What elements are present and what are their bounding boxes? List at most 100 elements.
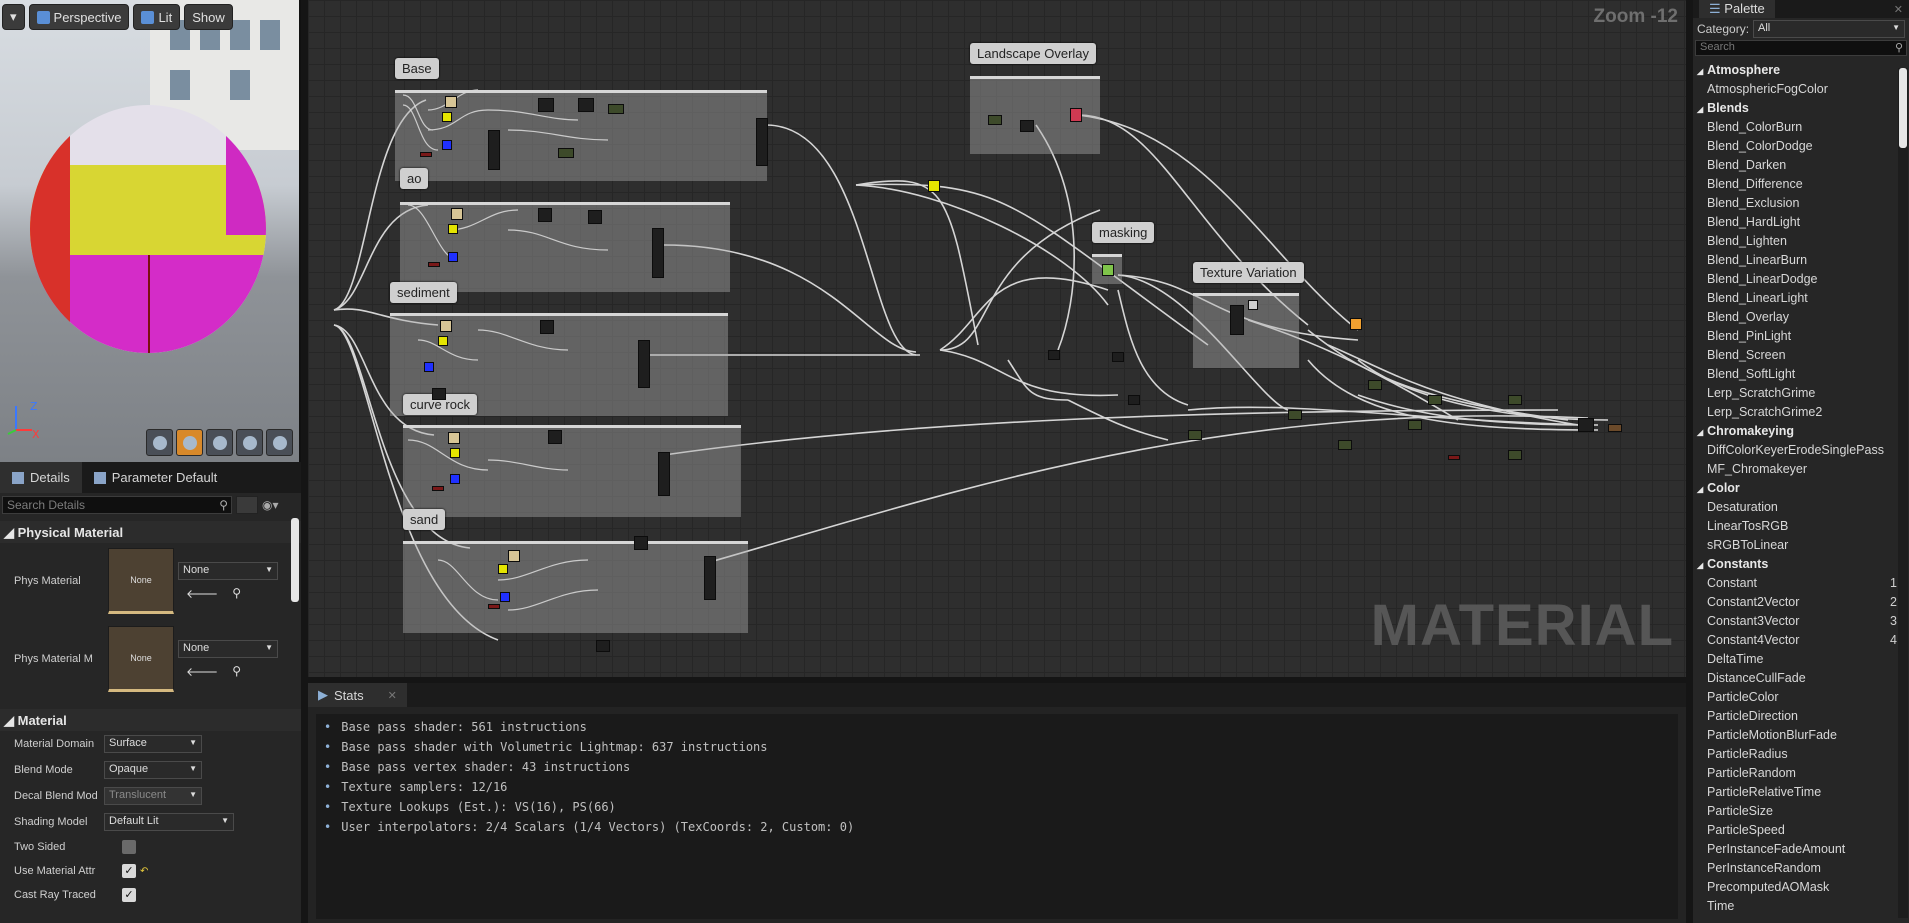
plane-preview-button[interactable] — [206, 429, 233, 456]
use-selected-arrow-icon[interactable]: 🡐 — [186, 664, 218, 679]
texture-sample-node[interactable] — [448, 224, 458, 234]
parameter-node[interactable] — [428, 262, 440, 267]
use-selected-arrow-icon[interactable]: 🡐 — [186, 586, 218, 601]
palette-item[interactable]: ParticleRelativeTime — [1693, 782, 1909, 801]
comment-label-texture-variation[interactable]: Texture Variation — [1193, 262, 1304, 283]
parameter-node[interactable] — [432, 486, 444, 491]
material-domain-dropdown[interactable]: Surface — [104, 735, 202, 753]
palette-item[interactable]: Lerp_ScratchGrime2 — [1693, 402, 1909, 421]
palette-item[interactable]: MF_Chromakeyer — [1693, 459, 1909, 478]
physical-material-section[interactable]: ◢ Physical Material — [0, 521, 301, 543]
comment-box-ao[interactable] — [400, 202, 730, 292]
palette-search-input[interactable]: Search ⚲ — [1695, 40, 1907, 56]
palette-item[interactable]: Blend_HardLight — [1693, 212, 1909, 231]
collapse-triangle-icon[interactable]: ◢ — [1697, 485, 1703, 494]
texture-sample-node[interactable] — [448, 252, 458, 262]
palette-item[interactable]: ParticleSize — [1693, 801, 1909, 820]
cube-preview-button[interactable] — [236, 429, 263, 456]
material-graph-canvas[interactable]: Base ao sediment curve rock sand Landsca… — [308, 0, 1686, 677]
palette-category-header[interactable]: ◢ Blends — [1693, 98, 1909, 117]
phys-material-mask-thumbnail[interactable]: None — [108, 626, 174, 692]
cast-ray-traced-checkbox[interactable]: ✓ — [122, 888, 136, 902]
palette-item[interactable]: Time — [1693, 896, 1909, 915]
texture-sample-node[interactable] — [442, 112, 452, 122]
expression-node[interactable] — [1048, 350, 1060, 360]
expression-node[interactable] — [588, 210, 602, 224]
material-output-node[interactable] — [1608, 424, 1622, 432]
texture-sample-node[interactable] — [440, 320, 452, 332]
texture-sample-node[interactable] — [424, 362, 434, 372]
close-icon[interactable]: ✕ — [388, 689, 397, 702]
parameter-node[interactable] — [488, 604, 500, 609]
palette-item[interactable]: Blend_ColorBurn — [1693, 117, 1909, 136]
palette-item[interactable]: DeltaTime — [1693, 649, 1909, 668]
cylinder-preview-button[interactable] — [146, 429, 173, 456]
texture-sample-node[interactable] — [442, 140, 452, 150]
comment-label-base[interactable]: Base — [395, 58, 439, 79]
browse-search-icon[interactable]: ⚲ — [232, 664, 241, 679]
texture-sample-node[interactable] — [450, 474, 460, 484]
palette-scroll-track[interactable] — [1898, 68, 1908, 918]
expression-node[interactable] — [540, 320, 554, 334]
perspective-button[interactable]: Perspective — [28, 4, 130, 30]
palette-item[interactable]: Constant4Vector 4 — [1693, 630, 1909, 649]
palette-item[interactable]: Desaturation — [1693, 497, 1909, 516]
texture-sample-node[interactable] — [438, 336, 448, 346]
comment-box-sand[interactable] — [403, 541, 748, 633]
expression-node[interactable] — [578, 98, 594, 112]
expression-node[interactable] — [538, 98, 554, 112]
texture-sample-node[interactable] — [448, 432, 460, 444]
mesh-preview-button[interactable] — [266, 429, 293, 456]
comment-label-ao[interactable]: ao — [400, 168, 429, 189]
palette-item[interactable]: sRGBToLinear — [1693, 535, 1909, 554]
palette-item[interactable]: Lerp_ScratchGrime — [1693, 383, 1909, 402]
texture-sample-node[interactable] — [1070, 108, 1082, 122]
texture-sample-node[interactable] — [1248, 300, 1258, 310]
palette-item[interactable]: ParticleRandom — [1693, 763, 1909, 782]
expression-node[interactable] — [1368, 380, 1382, 390]
palette-item[interactable]: Blend_ColorDodge — [1693, 136, 1909, 155]
expression-node[interactable] — [634, 536, 648, 550]
texture-sample-node[interactable] — [500, 592, 510, 602]
expression-node[interactable] — [756, 118, 768, 166]
show-button[interactable]: Show — [184, 4, 233, 30]
expression-node[interactable] — [988, 115, 1002, 125]
expression-node[interactable] — [488, 130, 500, 170]
tab-details[interactable]: Details — [0, 462, 82, 493]
palette-item[interactable]: Blend_PinLight — [1693, 326, 1909, 345]
palette-category-header[interactable]: ◢ Atmosphere — [1693, 60, 1909, 79]
phys-material-dropdown[interactable]: None — [178, 561, 278, 580]
expression-node[interactable] — [652, 228, 664, 278]
palette-category-header[interactable]: ◢ Constants — [1693, 554, 1909, 573]
lit-button[interactable]: Lit — [133, 4, 181, 30]
palette-item[interactable]: PerInstanceFadeAmount — [1693, 839, 1909, 858]
tab-parameter-default[interactable]: Parameter Default — [82, 462, 230, 493]
parameter-node[interactable] — [420, 152, 432, 157]
material-preview-viewport[interactable]: ▾ Perspective Lit Show Z X — [0, 0, 301, 462]
palette-item[interactable]: PerInstanceRandom — [1693, 858, 1909, 877]
preview-sphere[interactable] — [30, 105, 266, 353]
expression-node[interactable] — [1508, 450, 1522, 460]
phys-material-mask-dropdown[interactable]: None — [178, 639, 278, 658]
collapse-triangle-icon[interactable]: ◢ — [1697, 67, 1703, 76]
details-scrollbar[interactable] — [291, 518, 299, 602]
palette-item[interactable]: PrecomputedAOMask — [1693, 877, 1909, 896]
expression-node[interactable] — [1188, 430, 1202, 440]
texture-sample-node[interactable] — [508, 550, 520, 562]
comment-box-texture-variation[interactable] — [1193, 293, 1299, 368]
details-search-input[interactable]: Search Details ⚲ — [2, 496, 232, 514]
category-dropdown[interactable]: All — [1753, 20, 1905, 38]
landscape-layer-node[interactable] — [928, 180, 940, 192]
expression-node[interactable] — [1230, 305, 1244, 335]
palette-item[interactable]: AtmosphericFogColor — [1693, 79, 1909, 98]
palette-item[interactable]: Blend_SoftLight — [1693, 364, 1909, 383]
palette-item[interactable]: Blend_Lighten — [1693, 231, 1909, 250]
expression-node[interactable] — [1020, 120, 1034, 132]
palette-item[interactable]: Blend_Darken — [1693, 155, 1909, 174]
texture-sample-node[interactable] — [451, 208, 463, 220]
palette-item[interactable]: ParticleColor — [1693, 687, 1909, 706]
expression-node[interactable] — [596, 640, 610, 652]
expression-node[interactable] — [1350, 318, 1362, 330]
expression-node[interactable] — [1102, 264, 1114, 276]
close-icon[interactable]: ✕ — [1894, 3, 1903, 16]
